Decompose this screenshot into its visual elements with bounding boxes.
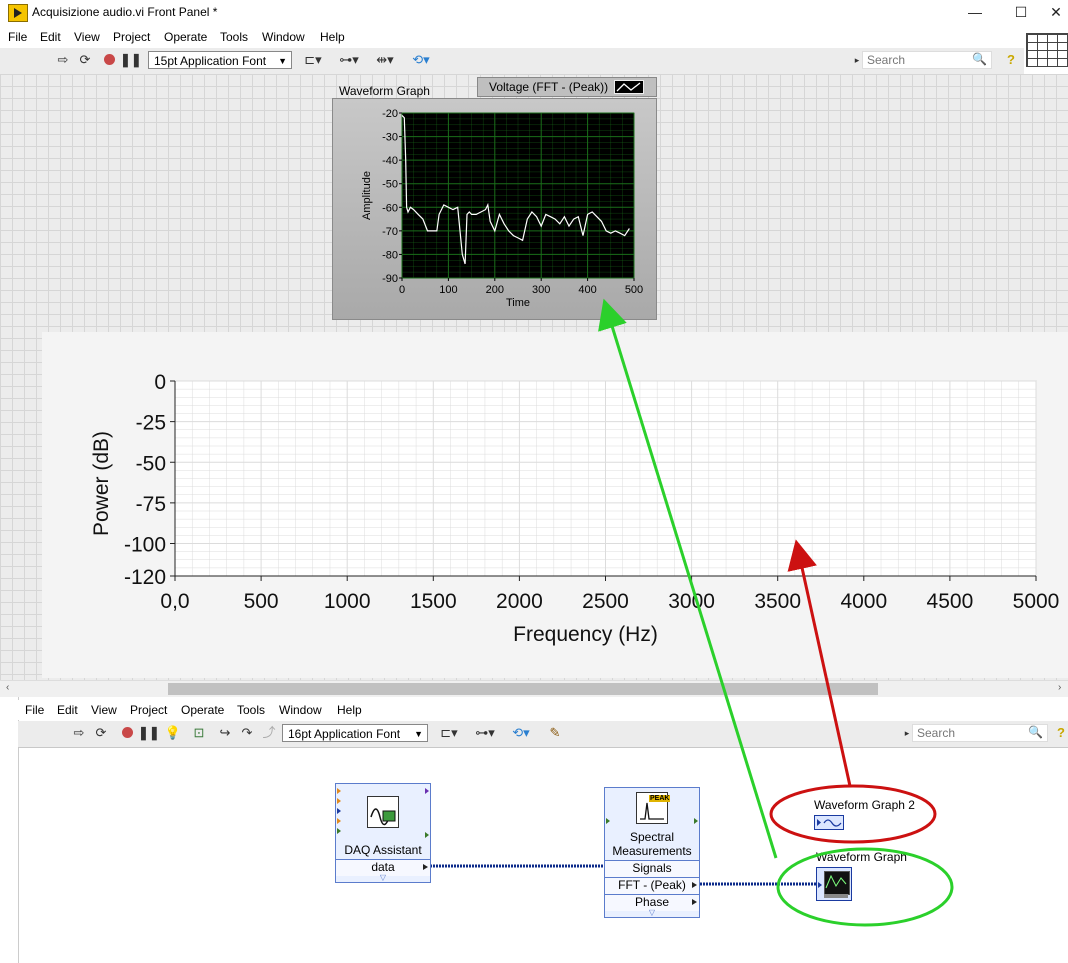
waveform-graph-2-icon[interactable]	[814, 815, 844, 830]
daq-input-terminals	[337, 788, 429, 838]
spectral-side-terminals	[606, 818, 698, 824]
fft-peak-output-terminal[interactable]: FFT - (Peak)	[605, 877, 699, 894]
spectral-expand-node-icon[interactable]: ▽	[605, 909, 699, 917]
waveform-graph-terminal-label: Waveform Graph	[816, 850, 907, 864]
expand-node-icon[interactable]: ▽	[336, 874, 430, 882]
waveform-graph-terminal-icon[interactable]	[816, 867, 852, 901]
waveform-graph-2-terminal-label: Waveform Graph 2	[814, 798, 915, 812]
spectral-measurements-node[interactable]: PEAK Spectral Measurements Signals FFT -…	[604, 787, 700, 918]
wires-layer	[430, 864, 816, 886]
signals-input-terminal[interactable]: Signals	[605, 860, 699, 877]
